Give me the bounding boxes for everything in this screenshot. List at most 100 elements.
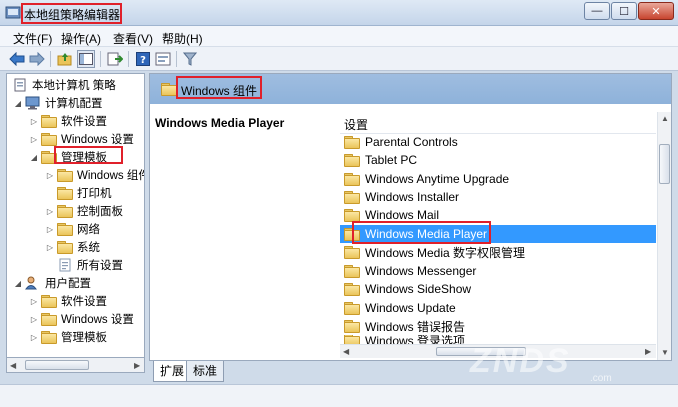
tree-horizontal-scrollbar[interactable]: ◀ ▶ [6,357,145,373]
collapsed-arrow-icon[interactable]: ▷ [29,135,39,144]
title-bar[interactable]: 本地组策略编辑器 — ☐ ✕ [0,0,678,26]
tree-label: 打印机 [77,188,112,200]
list-item-label: Windows Media Player [365,227,488,241]
show-hide-tree-icon[interactable] [77,50,95,68]
scroll-up-icon[interactable]: ▲ [661,114,669,123]
window-title: 本地组策略编辑器 [24,8,121,22]
tree-item-uc-software[interactable]: ▷ 软件设置 [29,292,107,310]
list-item[interactable]: Parental Controls [340,133,656,151]
folder-icon [344,283,360,296]
tree-item-windows-components[interactable]: ▷ Windows 组件 [45,166,144,184]
tree-item-all-settings[interactable]: 所有设置 [45,256,123,274]
list-item[interactable]: Windows Installer [340,188,656,206]
forward-arrow-icon[interactable] [28,50,46,68]
maximize-button[interactable]: ☐ [611,2,637,20]
folder-icon [41,151,57,164]
list-item-selected[interactable]: Windows Media Player [340,225,656,243]
toolbar-separator [50,51,51,67]
column-header-setting[interactable]: 设置 [340,112,656,134]
filter-icon[interactable] [181,50,199,68]
collapsed-arrow-icon[interactable]: ▷ [29,315,39,324]
minimize-button[interactable]: — [584,2,610,20]
tree-item-uc-windows[interactable]: ▷ Windows 设置 [29,310,134,328]
menu-bar: 文件(F) 操作(A) 查看(V) 帮助(H) [0,26,678,47]
list-item[interactable]: Windows Mail [340,206,656,224]
list-vertical-scrollbar[interactable]: ▲ ▼ [657,112,671,360]
tree-item-computer-config[interactable]: ◢ 计算机配置 [13,94,103,112]
properties-icon[interactable] [154,50,172,68]
column-label: 设置 [344,118,369,132]
folder-icon [344,209,360,222]
expanded-arrow-icon[interactable]: ◢ [13,279,23,288]
scroll-thumb[interactable] [659,144,670,184]
list-item-label: Windows Anytime Upgrade [365,172,510,186]
list-item[interactable]: Windows Media 数字权限管理 [340,243,656,261]
tree-label: 网络 [77,224,100,236]
collapsed-arrow-icon[interactable]: ▷ [29,297,39,306]
scroll-left-icon[interactable]: ◀ [10,361,16,370]
tree-item-user-config[interactable]: ◢ 用户配置 [13,274,91,292]
help-icon[interactable]: ? [134,50,152,68]
scroll-down-icon[interactable]: ▼ [661,348,669,357]
status-bar [0,384,678,407]
expanded-arrow-icon[interactable]: ◢ [29,153,39,162]
tree-item-system[interactable]: ▷ 系统 [45,238,100,256]
selected-item-title: Windows Media Player [155,116,285,130]
list-item[interactable]: Tablet PC [340,151,656,169]
expanded-arrow-icon[interactable]: ◢ [13,99,23,108]
user-icon [25,276,41,290]
folder-icon [57,205,73,218]
collapsed-arrow-icon[interactable]: ▷ [45,207,55,216]
collapsed-arrow-icon[interactable]: ▷ [45,243,55,252]
svg-text:?: ? [140,55,146,66]
tree-item-root[interactable]: 本地计算机 策略 [10,76,116,94]
collapsed-arrow-icon[interactable]: ▷ [29,117,39,126]
tree-item-printers[interactable]: 打印机 [45,184,112,202]
scroll-right-icon[interactable]: ▶ [645,347,651,356]
tree-label: Windows 设置 [61,314,134,326]
folder-icon [57,241,73,254]
list-item[interactable]: Windows Anytime Upgrade [340,170,656,188]
toolbar-separator [176,51,177,67]
menu-file[interactable]: 文件(F) [13,30,52,47]
tree-label: 软件设置 [61,116,107,128]
up-folder-icon[interactable] [56,50,74,68]
list-item[interactable]: Windows SideShow [340,280,656,298]
folder-icon [41,115,57,128]
collapsed-arrow-icon[interactable]: ▷ [45,171,55,180]
list-item-label: Windows Media 数字权限管理 [365,245,526,260]
scroll-left-icon[interactable]: ◀ [343,347,349,356]
tree-item-uc-admin[interactable]: ▷ 管理模板 [29,328,107,346]
collapsed-arrow-icon[interactable]: ▷ [29,333,39,342]
tree-item-network[interactable]: ▷ 网络 [45,220,100,238]
menu-view[interactable]: 查看(V) [113,30,153,47]
menu-action[interactable]: 操作(A) [61,30,101,47]
list-item[interactable]: Windows Update [340,299,656,317]
details-header: Windows 组件 [150,74,671,104]
tree-label: 计算机配置 [45,98,103,110]
list-item-label: Windows Messenger [365,264,477,278]
list-item-label: Windows Mail [365,208,440,222]
list-item[interactable]: Windows Messenger [340,262,656,280]
tree-label: 用户配置 [45,278,91,290]
tree-label: 软件设置 [61,296,107,308]
export-list-icon[interactable] [106,50,124,68]
scroll-right-icon[interactable]: ▶ [134,361,140,370]
tree-label: 控制面板 [77,206,123,218]
list-item-label: Tablet PC [365,153,418,167]
document-policy-icon [12,78,28,92]
close-button[interactable]: ✕ [638,2,674,20]
tree-item-cc-software[interactable]: ▷ 软件设置 [29,112,107,130]
menu-help[interactable]: 帮助(H) [162,30,203,47]
tree-item-control-panel[interactable]: ▷ 控制面板 [45,202,123,220]
folder-icon [344,320,360,333]
tab-standard[interactable]: 标准 [186,361,225,382]
collapsed-arrow-icon[interactable]: ▷ [45,225,55,234]
back-arrow-icon[interactable] [8,50,26,68]
list-item[interactable]: Windows 错误报告 [340,317,656,335]
tree-item-cc-windows[interactable]: ▷ Windows 设置 [29,130,134,148]
app-icon [5,5,21,21]
scroll-thumb[interactable] [25,360,89,370]
tree-item-cc-admin[interactable]: ◢ 管理模板 [29,148,107,166]
list-item-label: Windows Update [365,301,456,315]
